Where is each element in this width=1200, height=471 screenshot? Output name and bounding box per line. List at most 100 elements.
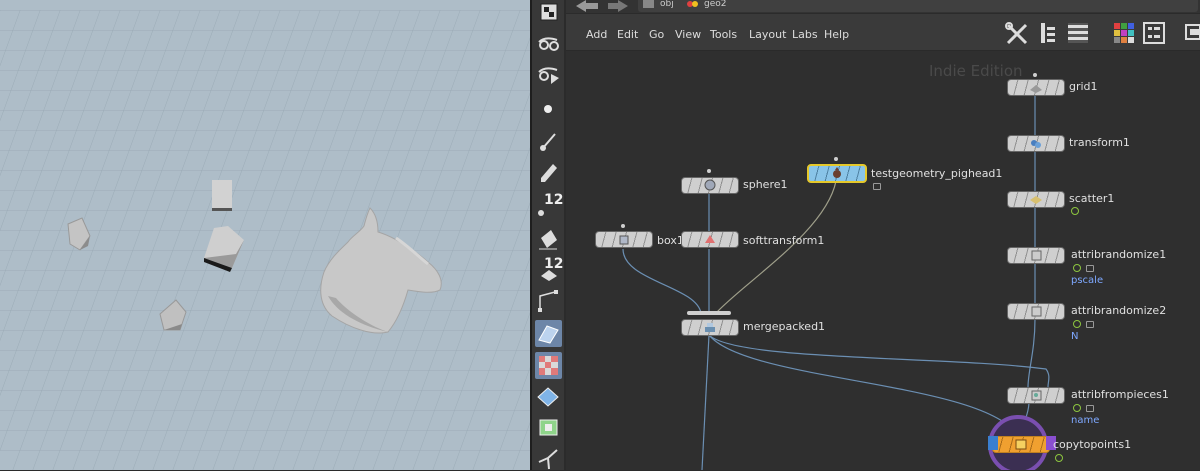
- attribrandomize2-flag-icon[interactable]: [1073, 320, 1081, 328]
- checker-icon: [539, 356, 558, 375]
- scatter-node-icon: [1030, 196, 1042, 204]
- menu-labs[interactable]: Labs: [792, 28, 818, 41]
- attribfrompieces-node-icon: [1031, 390, 1042, 401]
- menu-edit[interactable]: Edit: [617, 28, 638, 41]
- node-grid1[interactable]: [1007, 79, 1065, 96]
- geo-node-icon: [687, 1, 698, 7]
- node-attribrandomize1[interactable]: [1007, 247, 1065, 264]
- back-forward-icon[interactable]: [572, 0, 632, 13]
- node-mergepacked1[interactable]: [681, 319, 739, 336]
- pighead-input-dot[interactable]: [834, 157, 838, 161]
- label-attribfrompieces1[interactable]: attribfrompieces1: [1071, 388, 1169, 401]
- node-transform1[interactable]: [1007, 135, 1065, 152]
- rotate-tool-button[interactable]: [535, 444, 562, 471]
- node-scatter1[interactable]: [1007, 191, 1065, 208]
- grid1-input-dot[interactable]: [1033, 73, 1037, 77]
- node-softtransform1[interactable]: [681, 231, 739, 248]
- attribfrompieces1-attr: name: [1071, 415, 1100, 426]
- box1-input-dot[interactable]: [621, 224, 625, 228]
- sphere1-input-dot[interactable]: [707, 169, 711, 173]
- label-attribrandomize1[interactable]: attribrandomize1: [1071, 248, 1166, 261]
- menu-tools[interactable]: Tools: [710, 28, 737, 41]
- sphere-icon: [544, 105, 552, 113]
- extrude-tool-button[interactable]: [535, 384, 562, 411]
- grid-node-icon: [1030, 85, 1042, 93]
- label-sphere1[interactable]: sphere1: [743, 178, 788, 191]
- sphere-node-icon: [704, 179, 716, 191]
- tree-view-icon[interactable]: [1038, 21, 1058, 45]
- label-copytopoints1[interactable]: copytopoints1: [1053, 438, 1131, 451]
- select-tool-button[interactable]: [535, 0, 562, 27]
- display-flag-icon[interactable]: [988, 436, 1002, 450]
- fill-icon: [539, 230, 557, 250]
- network-menu-bar: Add Edit Go View Tools Layout Labs Help: [566, 14, 1200, 51]
- node-box1[interactable]: [595, 231, 653, 248]
- menu-help[interactable]: Help: [824, 28, 849, 41]
- sculpt-tool-button[interactable]: [535, 160, 562, 187]
- deform-tool-button[interactable]: [535, 414, 562, 441]
- arrows-icon: [538, 449, 558, 470]
- label-testgeometry-pighead1[interactable]: testgeometry_pighead1: [871, 167, 1002, 180]
- scene-viewport[interactable]: [0, 0, 530, 470]
- plane-icon: [538, 325, 559, 344]
- diamond-icon: [537, 387, 559, 407]
- menu-layout[interactable]: Layout: [749, 28, 786, 41]
- menu-go[interactable]: Go: [649, 28, 664, 41]
- node-sphere1[interactable]: [681, 177, 739, 194]
- label-softtransform1[interactable]: softtransform1: [743, 234, 824, 247]
- breadcrumb-obj[interactable]: obj: [660, 0, 674, 13]
- label-mergepacked1[interactable]: mergepacked1: [743, 320, 825, 333]
- attribrandomize1-attr: pscale: [1071, 275, 1104, 286]
- box-node-icon: [619, 235, 629, 245]
- list-view-icon[interactable]: [1066, 21, 1090, 45]
- path-bar: obj geo2: [566, 0, 1200, 13]
- plane-tool-button[interactable]: [535, 320, 562, 347]
- parameter-view-icon[interactable]: [1142, 21, 1166, 45]
- attribfrompieces1-lock-icon[interactable]: [1086, 405, 1094, 412]
- glasses-icon: [538, 37, 559, 51]
- node-testgeometry-pighead1[interactable]: [807, 164, 867, 183]
- label-box1[interactable]: box1: [657, 234, 684, 247]
- view-handle-icon: [538, 67, 559, 84]
- tall-box-object: [212, 180, 232, 211]
- attribrandomize-node-icon: [1031, 250, 1042, 261]
- node-attribfrompieces1[interactable]: [1007, 387, 1065, 404]
- label-attribrandomize2[interactable]: attribrandomize2: [1071, 304, 1166, 317]
- network-editor[interactable]: Indie Edition grid1 transform1 scatter1: [566, 51, 1200, 470]
- breadcrumb-geo2[interactable]: geo2: [704, 0, 726, 13]
- view-handle-button[interactable]: [535, 62, 562, 89]
- viewport-grid: [0, 0, 530, 470]
- point-count-button[interactable]: 12: [535, 192, 563, 219]
- menu-add[interactable]: Add: [586, 28, 607, 41]
- color-palette-icon[interactable]: [1112, 21, 1136, 45]
- wrench-icon[interactable]: [1004, 21, 1030, 45]
- paint-tool-button[interactable]: [535, 128, 562, 155]
- attribrandomize1-flag-icon[interactable]: [1073, 264, 1081, 272]
- node-attribrandomize2[interactable]: [1007, 303, 1065, 320]
- pen-icon: [541, 164, 557, 182]
- menu-view[interactable]: View: [675, 28, 701, 41]
- label-transform1[interactable]: transform1: [1069, 136, 1130, 149]
- attribrandomize2-attr: N: [1071, 331, 1079, 342]
- curve-tool-button[interactable]: [535, 288, 562, 315]
- attribrandomize-node-icon: [1031, 306, 1042, 317]
- scatter-count-button[interactable]: 12: [535, 256, 563, 283]
- tool-shelf: 12 12: [532, 0, 564, 470]
- points-icon: [538, 210, 544, 216]
- attribfrompieces1-flag-icon[interactable]: [1073, 404, 1081, 412]
- attribrandomize1-lock-icon[interactable]: [1086, 265, 1094, 272]
- fill-tool-button[interactable]: [535, 226, 562, 253]
- view-tool-button[interactable]: [535, 32, 562, 59]
- pighead-lock-icon[interactable]: [873, 183, 881, 190]
- texture-tool-button[interactable]: [535, 352, 562, 379]
- path-field[interactable]: obj geo2: [638, 0, 1198, 12]
- copytopoints-node-icon: [1015, 439, 1027, 450]
- network-layout-icon[interactable]: [1184, 21, 1200, 45]
- copytopoints1-flag-icon[interactable]: [1055, 454, 1063, 462]
- mergepacked-multi-input-bar[interactable]: [687, 311, 731, 315]
- attribrandomize2-lock-icon[interactable]: [1086, 321, 1094, 328]
- sphere-tool-button[interactable]: [535, 96, 562, 123]
- label-scatter1[interactable]: scatter1: [1069, 192, 1114, 205]
- scatter1-flag-icon[interactable]: [1071, 207, 1079, 215]
- label-grid1[interactable]: grid1: [1069, 80, 1098, 93]
